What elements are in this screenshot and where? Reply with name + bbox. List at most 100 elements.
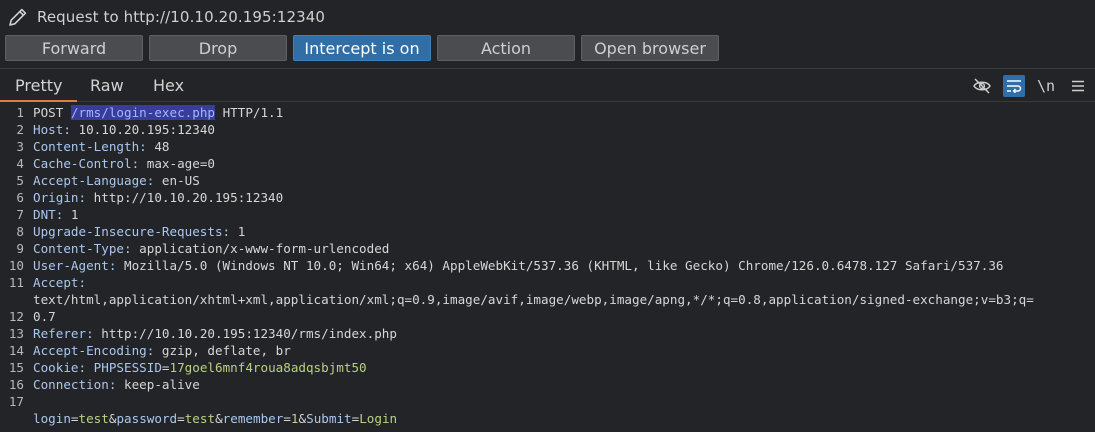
header-value: 10.10.20.195:12340 (70, 122, 215, 137)
request-text[interactable]: POST /rms/login-exec.php HTTP/1.1 Host: … (33, 104, 1095, 427)
header-value: 48 (146, 139, 170, 154)
window-titlebar: Request to http://10.10.20.195:12340 (0, 0, 1095, 34)
header-name: Content-Type: (33, 241, 132, 256)
header-accept: Accept: (33, 274, 1095, 291)
line-number: 6 (16, 190, 24, 205)
cookie-name: PHPSESSID (86, 360, 162, 375)
param-equals: = (177, 411, 185, 426)
header-name: Host: (33, 122, 71, 137)
tab-pretty[interactable]: Pretty (0, 70, 79, 102)
cookie-value: 17goel6mnf4roua8adqsbjmt50 (169, 360, 367, 375)
header-name: Connection: (33, 377, 117, 392)
param-name: password (116, 411, 178, 426)
open-browser-button[interactable]: Open browser (581, 35, 719, 61)
header-origin: Origin: http://10.10.20.195:12340 (33, 189, 1095, 206)
header-name: Accept: (33, 275, 87, 290)
header-value: 0.7 (33, 309, 56, 324)
line-number: 11 (8, 275, 24, 290)
header-cache-control: Cache-Control: max-age=0 (33, 155, 1095, 172)
line-number (0, 291, 24, 308)
header-value: Mozilla/5.0 (Windows NT 10.0; Win64; x64… (116, 258, 1004, 273)
header-upgrade-insecure-requests: Upgrade-Insecure-Requests: 1 (33, 223, 1095, 240)
param-name: remember (222, 411, 284, 426)
line-number: 13 (8, 326, 24, 341)
param-equals: = (70, 411, 79, 426)
newline-toggle[interactable]: \n (1035, 75, 1057, 97)
header-name: Referer: (33, 326, 94, 341)
header-accept-encoding: Accept-Encoding: gzip, deflate, br (33, 342, 1095, 359)
view-options: \n (961, 75, 1089, 97)
header-value: 1 (230, 224, 246, 239)
header-value: keep-alive (116, 377, 200, 392)
tab-hex[interactable]: Hex (153, 70, 184, 101)
header-accept-wrap-2: 0.7 (33, 308, 1095, 325)
header-user-agent: User-Agent: Mozilla/5.0 (Windows NT 10.0… (33, 257, 1095, 274)
header-connection: Connection: keep-alive (33, 376, 1095, 393)
param-value: test (184, 411, 216, 426)
header-value: max-age=0 (139, 156, 215, 171)
param-separator: & (215, 411, 223, 426)
forward-button[interactable]: Forward (5, 35, 143, 61)
header-name: Content-Length: (33, 139, 147, 154)
pencil-icon (5, 4, 31, 30)
header-host: Host: 10.10.20.195:12340 (33, 121, 1095, 138)
request-line: POST /rms/login-exec.php HTTP/1.1 (33, 104, 1095, 121)
http-protocol: HTTP/1.1 (214, 105, 284, 120)
toolbar-divider (0, 68, 1095, 69)
param-value: test (78, 411, 109, 426)
line-number: 4 (16, 156, 24, 171)
header-name: Accept-Language: (33, 173, 155, 188)
header-name: User-Agent: (33, 258, 117, 273)
word-wrap-icon[interactable] (1003, 75, 1025, 97)
request-body: login=test&password=test&remember=1&Subm… (33, 410, 1095, 427)
header-name: Origin: (33, 190, 87, 205)
header-value: http://10.10.20.195:12340 (86, 190, 284, 205)
line-number: 16 (8, 377, 24, 392)
menu-icon[interactable] (1067, 75, 1089, 97)
tab-raw[interactable]: Raw (90, 70, 124, 101)
header-name: Accept-Encoding: (33, 343, 155, 358)
line-number: 1 (16, 105, 24, 120)
param-name: Submit (306, 411, 352, 426)
header-cookie: Cookie: PHPSESSID=17goel6mnf4roua8adqsbj… (33, 359, 1095, 376)
param-value: Login (359, 411, 398, 426)
http-method: POST (33, 105, 71, 120)
line-number: 9 (16, 241, 24, 256)
line-number: 17 (8, 394, 24, 409)
header-value: 1 (63, 207, 79, 222)
line-number: 8 (16, 224, 24, 239)
toolbar: Forward Drop Intercept is on Action Open… (0, 35, 1095, 62)
header-dnt: DNT: 1 (33, 206, 1095, 223)
hide-nonprintable-icon[interactable] (971, 75, 993, 97)
request-editor[interactable]: 1 2 3 4 5 6 7 8 9 10 11 12 13 14 15 16 1… (0, 104, 1095, 432)
line-number: 3 (16, 139, 24, 154)
line-number-gutter: 1 2 3 4 5 6 7 8 9 10 11 12 13 14 15 16 1… (0, 104, 24, 410)
header-value: application/x-www-form-urlencoded (131, 241, 390, 256)
line-number: 2 (16, 122, 24, 137)
header-name: Cache-Control: (33, 156, 140, 171)
header-accept-wrap-1: text/html,application/xhtml+xml,applicat… (33, 291, 1095, 308)
action-button[interactable]: Action (437, 35, 575, 61)
header-name: DNT: (33, 207, 64, 222)
view-tabs: Pretty Raw Hex (0, 70, 1095, 102)
header-value: gzip, deflate, br (154, 343, 291, 358)
param-separator: & (298, 411, 307, 426)
cookie-equals: = (161, 360, 170, 375)
request-path-selected[interactable]: /rms/login-exec.php (70, 105, 215, 120)
intercept-toggle-button[interactable]: Intercept is on (293, 35, 431, 61)
header-referer: Referer: http://10.10.20.195:12340/rms/i… (33, 325, 1095, 342)
line-number: 10 (8, 258, 24, 273)
line-number: 15 (8, 360, 24, 375)
drop-button[interactable]: Drop (149, 35, 287, 61)
header-name: Upgrade-Insecure-Requests: (33, 224, 231, 239)
header-name: Cookie: (33, 360, 87, 375)
line-number: 5 (16, 173, 24, 188)
header-content-length: Content-Length: 48 (33, 138, 1095, 155)
line-number: 14 (8, 343, 24, 358)
param-value: 1 (290, 411, 299, 426)
param-name: login (33, 411, 71, 426)
header-value: http://10.10.20.195:12340/rms/index.php (93, 326, 397, 341)
window-title: Request to http://10.10.20.195:12340 (37, 8, 326, 26)
line-number: 7 (16, 207, 24, 222)
